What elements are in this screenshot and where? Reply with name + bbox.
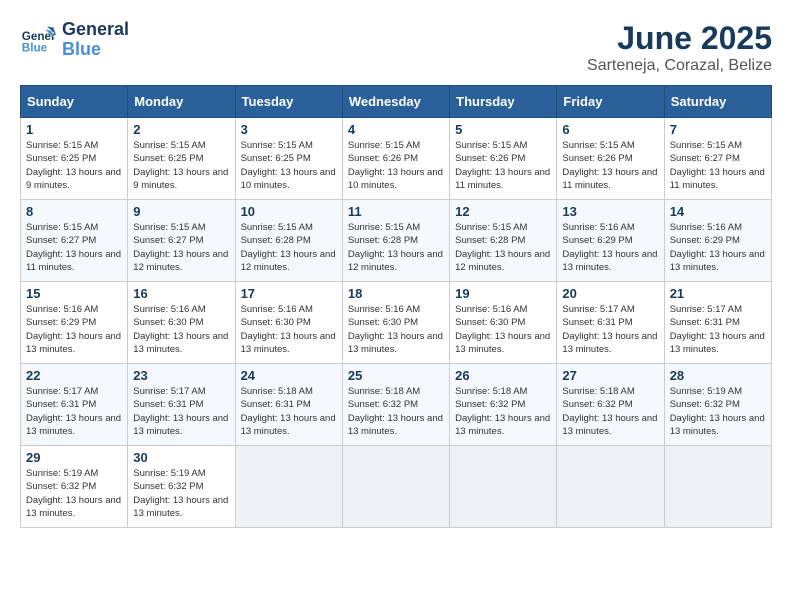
day-18: 18 Sunrise: 5:16 AMSunset: 6:30 PMDaylig… <box>342 282 449 364</box>
header-wednesday: Wednesday <box>342 86 449 118</box>
header-tuesday: Tuesday <box>235 86 342 118</box>
day-24: 24 Sunrise: 5:18 AMSunset: 6:31 PMDaylig… <box>235 364 342 446</box>
svg-text:Blue: Blue <box>22 41 48 54</box>
week-row-4: 22 Sunrise: 5:17 AMSunset: 6:31 PMDaylig… <box>21 364 772 446</box>
day-4: 4 Sunrise: 5:15 AMSunset: 6:26 PMDayligh… <box>342 118 449 200</box>
header-sunday: Sunday <box>21 86 128 118</box>
day-15: 15 Sunrise: 5:16 AMSunset: 6:29 PMDaylig… <box>21 282 128 364</box>
page-header: General Blue General Blue June 2025 Sart… <box>20 20 772 75</box>
week-row-1: 1 Sunrise: 5:15 AMSunset: 6:25 PMDayligh… <box>21 118 772 200</box>
weekday-header-row: Sunday Monday Tuesday Wednesday Thursday… <box>21 86 772 118</box>
header-saturday: Saturday <box>664 86 771 118</box>
empty-cell-5 <box>664 446 771 528</box>
day-12: 12 Sunrise: 5:15 AMSunset: 6:28 PMDaylig… <box>450 200 557 282</box>
day-30: 30 Sunrise: 5:19 AMSunset: 6:32 PMDaylig… <box>128 446 235 528</box>
day-3: 3 Sunrise: 5:15 AMSunset: 6:25 PMDayligh… <box>235 118 342 200</box>
day-20: 20 Sunrise: 5:17 AMSunset: 6:31 PMDaylig… <box>557 282 664 364</box>
calendar-table: Sunday Monday Tuesday Wednesday Thursday… <box>20 85 772 528</box>
day-19: 19 Sunrise: 5:16 AMSunset: 6:30 PMDaylig… <box>450 282 557 364</box>
day-29: 29 Sunrise: 5:19 AMSunset: 6:32 PMDaylig… <box>21 446 128 528</box>
logo: General Blue General Blue <box>20 20 129 60</box>
week-row-2: 8 Sunrise: 5:15 AMSunset: 6:27 PMDayligh… <box>21 200 772 282</box>
header-monday: Monday <box>128 86 235 118</box>
day-1: 1 Sunrise: 5:15 AMSunset: 6:25 PMDayligh… <box>21 118 128 200</box>
day-16: 16 Sunrise: 5:16 AMSunset: 6:30 PMDaylig… <box>128 282 235 364</box>
day-5: 5 Sunrise: 5:15 AMSunset: 6:26 PMDayligh… <box>450 118 557 200</box>
day-17: 17 Sunrise: 5:16 AMSunset: 6:30 PMDaylig… <box>235 282 342 364</box>
day-25: 25 Sunrise: 5:18 AMSunset: 6:32 PMDaylig… <box>342 364 449 446</box>
day-14: 14 Sunrise: 5:16 AMSunset: 6:29 PMDaylig… <box>664 200 771 282</box>
day-21: 21 Sunrise: 5:17 AMSunset: 6:31 PMDaylig… <box>664 282 771 364</box>
day-23: 23 Sunrise: 5:17 AMSunset: 6:31 PMDaylig… <box>128 364 235 446</box>
empty-cell-2 <box>342 446 449 528</box>
logo-icon: General Blue <box>20 22 56 58</box>
day-2: 2 Sunrise: 5:15 AMSunset: 6:25 PMDayligh… <box>128 118 235 200</box>
empty-cell-3 <box>450 446 557 528</box>
day-6: 6 Sunrise: 5:15 AMSunset: 6:26 PMDayligh… <box>557 118 664 200</box>
week-row-3: 15 Sunrise: 5:16 AMSunset: 6:29 PMDaylig… <box>21 282 772 364</box>
day-27: 27 Sunrise: 5:18 AMSunset: 6:32 PMDaylig… <box>557 364 664 446</box>
day-28: 28 Sunrise: 5:19 AMSunset: 6:32 PMDaylig… <box>664 364 771 446</box>
day-7: 7 Sunrise: 5:15 AMSunset: 6:27 PMDayligh… <box>664 118 771 200</box>
header-friday: Friday <box>557 86 664 118</box>
day-10: 10 Sunrise: 5:15 AMSunset: 6:28 PMDaylig… <box>235 200 342 282</box>
day-9: 9 Sunrise: 5:15 AMSunset: 6:27 PMDayligh… <box>128 200 235 282</box>
day-13: 13 Sunrise: 5:16 AMSunset: 6:29 PMDaylig… <box>557 200 664 282</box>
logo-text: General Blue <box>62 20 129 60</box>
title-area: June 2025 Sarteneja, Corazal, Belize <box>587 20 772 75</box>
day-22: 22 Sunrise: 5:17 AMSunset: 6:31 PMDaylig… <box>21 364 128 446</box>
week-row-5: 29 Sunrise: 5:19 AMSunset: 6:32 PMDaylig… <box>21 446 772 528</box>
empty-cell-1 <box>235 446 342 528</box>
header-thursday: Thursday <box>450 86 557 118</box>
empty-cell-4 <box>557 446 664 528</box>
day-8: 8 Sunrise: 5:15 AMSunset: 6:27 PMDayligh… <box>21 200 128 282</box>
calendar-subtitle: Sarteneja, Corazal, Belize <box>587 57 772 75</box>
logo-line1: General <box>62 20 129 40</box>
calendar-title: June 2025 <box>587 20 772 57</box>
logo-line2: Blue <box>62 40 129 60</box>
day-11: 11 Sunrise: 5:15 AMSunset: 6:28 PMDaylig… <box>342 200 449 282</box>
day-26: 26 Sunrise: 5:18 AMSunset: 6:32 PMDaylig… <box>450 364 557 446</box>
